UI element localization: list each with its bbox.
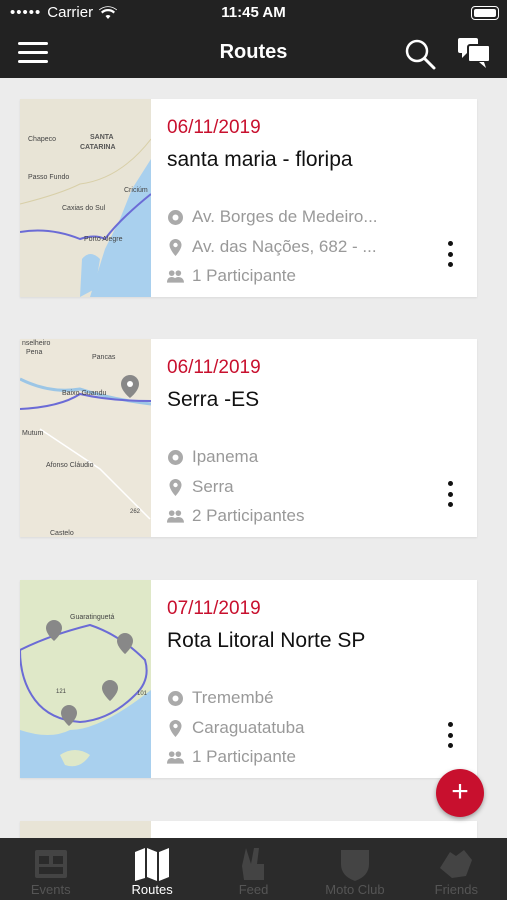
- navigation-bar: Routes: [0, 26, 507, 78]
- route-card[interactable]: [20, 821, 477, 838]
- route-map-thumbnail: SANTA CATARINA Chapeco Passo Fundo Caxia…: [20, 99, 151, 297]
- map-label: 121: [56, 689, 67, 695]
- bottom-tab-bar: Events Routes Feed Moto Club Friends: [0, 838, 507, 900]
- group-icon: [167, 749, 184, 766]
- add-route-button[interactable]: +: [436, 769, 484, 817]
- more-options-icon[interactable]: [445, 481, 455, 507]
- route-info: 06/11/2019 santa maria - floripa Av. Bor…: [151, 99, 477, 297]
- route-map-thumbnail: [20, 821, 151, 838]
- route-date: 06/11/2019: [167, 357, 261, 378]
- map-icon: [135, 848, 170, 881]
- route-info: 06/11/2019 Serra -ES Ipanema Serra 2 Par…: [151, 339, 477, 537]
- map-label: Baixo Guandu: [62, 390, 106, 397]
- route-name: Serra -ES: [167, 388, 260, 411]
- route-info: 07/11/2019 Rota Litoral Norte SP Trememb…: [151, 580, 477, 778]
- more-options-icon[interactable]: [445, 722, 455, 748]
- tab-friends[interactable]: Friends: [406, 838, 507, 900]
- map-label: Afonso Cláudio: [46, 462, 94, 469]
- route-end: Av. das Nações, 682 - ...: [167, 237, 397, 257]
- battery-icon: [471, 6, 499, 20]
- map-pin-icon: [167, 478, 184, 496]
- search-icon[interactable]: [404, 38, 436, 70]
- tab-label: Routes: [131, 882, 173, 897]
- gear-icon: [167, 690, 184, 707]
- route-map-thumbnail: nselheiro Pena Pancas Baixo Guandu Mutum…: [20, 339, 151, 537]
- group-icon: [167, 508, 184, 525]
- map-label: Caxias do Sul: [62, 205, 106, 212]
- status-bar: ••••• Carrier 11:45 AM: [0, 0, 507, 26]
- route-name: santa maria - floripa: [167, 148, 353, 171]
- map-label: Castelo: [50, 530, 74, 537]
- tab-label: Moto Club: [325, 882, 385, 897]
- route-end: Caraguatatuba: [167, 718, 397, 738]
- route-map-thumbnail: Guaratinguetá 121 101: [20, 580, 151, 778]
- tab-label: Friends: [434, 882, 478, 897]
- shield-icon: [340, 850, 369, 881]
- map-label: nselheiro: [22, 340, 51, 347]
- map-label: Guaratinguetá: [70, 614, 114, 621]
- route-start: Tremembé: [167, 688, 397, 708]
- tab-routes[interactable]: Routes: [101, 838, 202, 900]
- routes-list: SANTA CATARINA Chapeco Passo Fundo Caxia…: [0, 78, 507, 838]
- tab-label: Feed: [238, 882, 269, 897]
- gear-icon: [167, 449, 184, 466]
- route-participants: 2 Participantes: [167, 506, 397, 526]
- tab-label: Events: [30, 882, 71, 897]
- chat-icon[interactable]: [456, 36, 492, 70]
- tab-moto-club[interactable]: Moto Club: [304, 838, 405, 900]
- map-label: Pancas: [92, 354, 116, 361]
- route-start: Av. Borges de Medeiro...: [167, 207, 397, 227]
- map-label: Mutum: [22, 430, 44, 437]
- route-start: Ipanema: [167, 447, 397, 467]
- tab-events[interactable]: Events: [0, 838, 101, 900]
- tab-feed[interactable]: Feed: [203, 838, 304, 900]
- route-card[interactable]: Guaratinguetá 121 101 07/11/2019 Rota Li…: [20, 580, 477, 778]
- route-participants: 1 Participante: [167, 266, 397, 286]
- map-label: Chapeco: [28, 136, 56, 143]
- peace-hand-icon: [241, 848, 264, 880]
- route-participants: 1 Participante: [167, 747, 397, 767]
- route-card[interactable]: SANTA CATARINA Chapeco Passo Fundo Caxia…: [20, 99, 477, 297]
- map-label: CATARINA: [80, 144, 116, 151]
- clock: 11:45 AM: [221, 4, 286, 21]
- map-label: 262: [130, 509, 141, 515]
- route-date: 07/11/2019: [167, 598, 261, 619]
- route-card[interactable]: nselheiro Pena Pancas Baixo Guandu Mutum…: [20, 339, 477, 537]
- map-label: Criciúm: [124, 187, 148, 194]
- map-label: Porto Alegre: [84, 236, 123, 243]
- more-options-icon[interactable]: [445, 241, 455, 267]
- route-date: 06/11/2019: [167, 117, 261, 138]
- map-pin-icon: [167, 719, 184, 737]
- calendar-icon: [34, 850, 67, 878]
- route-end: Serra: [167, 477, 397, 497]
- map-label: Passo Fundo: [28, 174, 69, 181]
- route-name: Rota Litoral Norte SP: [167, 629, 366, 652]
- handshake-icon: [440, 850, 473, 878]
- map-pin-icon: [167, 238, 184, 256]
- map-label: SANTA: [90, 134, 114, 141]
- map-label: 101: [137, 691, 148, 697]
- map-label: Pena: [26, 349, 42, 356]
- group-icon: [167, 268, 184, 285]
- gear-icon: [167, 209, 184, 226]
